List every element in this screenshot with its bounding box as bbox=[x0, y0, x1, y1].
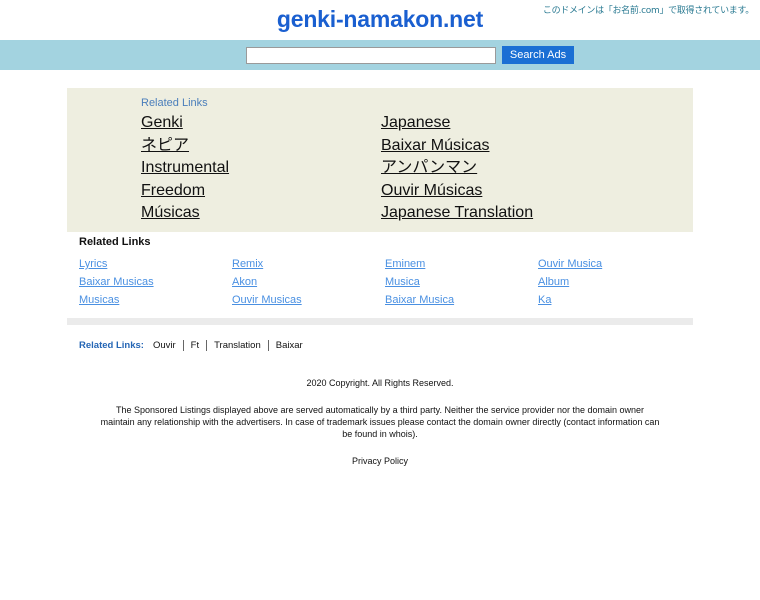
privacy-policy-link[interactable]: Privacy Policy bbox=[352, 456, 408, 466]
search-ads-button[interactable]: Search Ads bbox=[501, 46, 575, 64]
sponsored-links-columns: Genki ネピア Instrumental Freedom Músicas J… bbox=[67, 112, 693, 225]
related-links-column: Ouvir Musica Album Ka bbox=[538, 255, 691, 309]
related-links-section: Related Links Lyrics Baixar Musicas Musi… bbox=[67, 236, 693, 309]
related-link[interactable]: Musicas bbox=[79, 291, 232, 309]
bottom-related-links-label: Related Links: bbox=[79, 340, 144, 351]
related-link[interactable]: Remix bbox=[232, 255, 385, 273]
sponsored-link[interactable]: アンパンマン bbox=[381, 157, 671, 180]
related-links-column: Remix Akon Ouvir Musicas bbox=[232, 255, 385, 309]
page-footer: 2020 Copyright. All Rights Reserved. The… bbox=[0, 378, 760, 469]
related-links-column: Eminem Musica Baixar Musica bbox=[385, 255, 538, 309]
sponsored-link[interactable]: Ouvir Músicas bbox=[381, 180, 671, 203]
related-link[interactable]: Baixar Musicas bbox=[79, 273, 232, 291]
sponsored-link[interactable]: Genki bbox=[141, 112, 381, 135]
related-link[interactable]: Lyrics bbox=[79, 255, 232, 273]
bottom-related-link[interactable]: Ft bbox=[182, 340, 206, 351]
related-link[interactable]: Ouvir Musica bbox=[538, 255, 691, 273]
sponsored-links-column-left: Genki ネピア Instrumental Freedom Músicas bbox=[141, 112, 381, 225]
bottom-related-links: Related Links: Ouvir Ft Translation Baix… bbox=[79, 340, 310, 351]
sponsored-link[interactable]: Japanese bbox=[381, 112, 671, 135]
related-links-heading: Related Links bbox=[79, 236, 151, 248]
page-header: genki-namakon.net このドメインは「お名前.com」で取得されて… bbox=[0, 0, 760, 40]
sponsored-link[interactable]: Instrumental bbox=[141, 157, 381, 180]
search-band: Search Ads bbox=[0, 40, 760, 70]
sponsored-links-panel: Related Links Genki ネピア Instrumental Fre… bbox=[67, 88, 693, 232]
related-links-column: Lyrics Baixar Musicas Musicas bbox=[79, 255, 232, 309]
bottom-related-link[interactable]: Ouvir bbox=[153, 340, 183, 351]
registrar-note: このドメインは「お名前.com」で取得されています。 bbox=[542, 6, 754, 16]
sponsored-links-label: Related Links bbox=[141, 97, 208, 109]
related-link[interactable]: Musica bbox=[385, 273, 538, 291]
related-link[interactable]: Akon bbox=[232, 273, 385, 291]
bottom-related-link[interactable]: Baixar bbox=[267, 340, 310, 351]
sponsored-link[interactable]: Freedom bbox=[141, 180, 381, 203]
related-link[interactable]: Baixar Musica bbox=[385, 291, 538, 309]
related-links-grid: Lyrics Baixar Musicas Musicas Remix Akon… bbox=[67, 255, 693, 309]
section-divider bbox=[67, 318, 693, 325]
search-input[interactable] bbox=[245, 46, 496, 64]
sponsored-link[interactable]: Baixar Músicas bbox=[381, 135, 671, 158]
search-form: Search Ads bbox=[0, 40, 760, 70]
sponsored-links-column-right: Japanese Baixar Músicas アンパンマン Ouvir Mús… bbox=[381, 112, 671, 225]
related-link[interactable]: Ka bbox=[538, 291, 691, 309]
sponsored-link[interactable]: ネピア bbox=[141, 135, 381, 158]
disclaimer-text: The Sponsored Listings displayed above a… bbox=[100, 405, 660, 439]
related-link[interactable]: Ouvir Musicas bbox=[232, 291, 385, 309]
copyright-text: 2020 Copyright. All Rights Reserved. bbox=[306, 378, 454, 388]
related-link[interactable]: Album bbox=[538, 273, 691, 291]
sponsored-link[interactable]: Japanese Translation bbox=[381, 202, 671, 225]
related-link[interactable]: Eminem bbox=[385, 255, 538, 273]
bottom-related-link[interactable]: Translation bbox=[206, 340, 268, 351]
sponsored-link[interactable]: Músicas bbox=[141, 202, 381, 225]
